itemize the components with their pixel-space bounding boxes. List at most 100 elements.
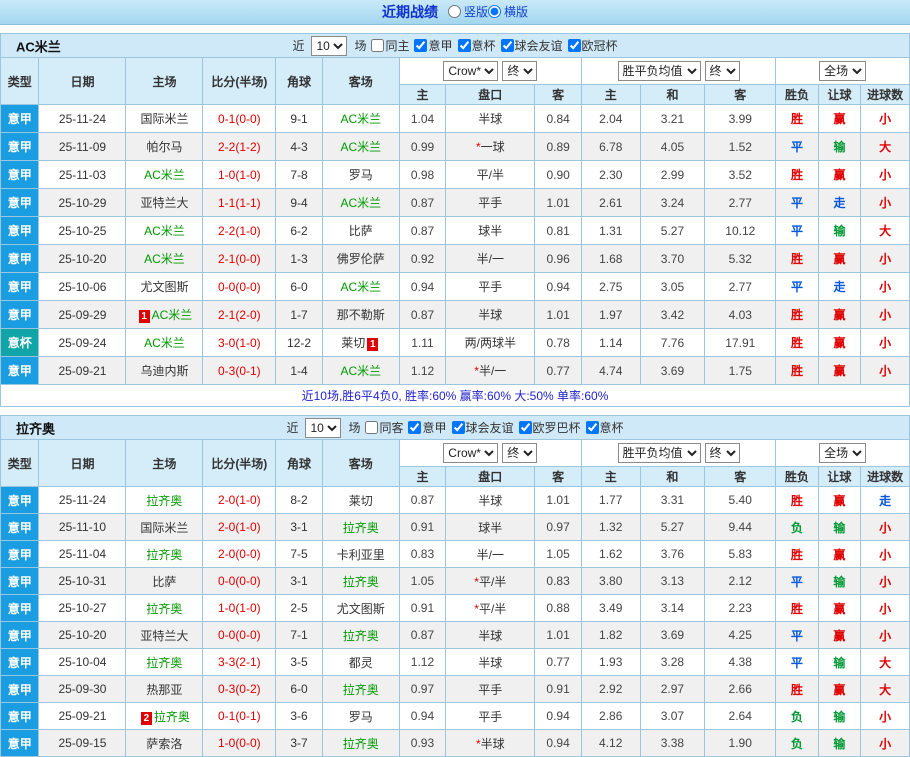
checkbox-icon[interactable] xyxy=(567,39,581,52)
layout-radio-label: 竖版 xyxy=(463,5,488,19)
filter-checkbox-label[interactable]: 意甲 xyxy=(414,37,453,54)
handicap: 半球 xyxy=(445,300,536,329)
match-count-select[interactable]: 10 xyxy=(305,417,342,438)
layout-radio-horizontal[interactable]: 横版 xyxy=(488,3,528,20)
team-label: 拉齐奥 xyxy=(342,682,379,697)
filter-checkbox-label[interactable]: 同客 xyxy=(365,419,403,436)
asia-away-odds: 1.01 xyxy=(534,486,582,514)
table-row: 意甲 25-10-20 亚特兰大 0-0(0-0) 7-1 拉齐奥 0.87 半球 1.01 1.… xyxy=(0,621,910,649)
scope-select[interactable]: 全场 xyxy=(819,61,867,81)
corners: 12-2 xyxy=(275,328,323,357)
checkbox-icon[interactable] xyxy=(457,39,471,52)
odds-stage-select[interactable]: 终 xyxy=(502,61,538,81)
checkbox-icon[interactable] xyxy=(585,421,599,434)
europe-home-odds: 2.75 xyxy=(580,272,641,301)
asia-home-odds: 0.93 xyxy=(398,729,447,757)
checkbox-icon[interactable] xyxy=(518,421,532,434)
filter-checkbox-label[interactable]: 同主 xyxy=(371,37,409,54)
team-label: 乌迪内斯 xyxy=(140,364,189,378)
europe-stage-select[interactable]: 终 xyxy=(704,61,740,81)
radio-icon[interactable] xyxy=(488,5,501,18)
league-type: 意甲 xyxy=(0,702,40,730)
away-team: 罗马 xyxy=(321,702,400,730)
team-label: 拉齐奥 xyxy=(146,547,183,562)
checkbox-icon[interactable] xyxy=(451,421,465,434)
europe-draw-odds: 4.05 xyxy=(639,132,706,161)
team-label: 罗马 xyxy=(348,168,373,182)
filter-checkbox-label[interactable]: 欧罗巴杯 xyxy=(518,419,581,436)
asia-away-odds: 0.77 xyxy=(534,356,582,385)
layout-switch: 竖版 横版 xyxy=(447,3,528,21)
checkbox-icon[interactable] xyxy=(500,39,514,52)
handicap: 平手 xyxy=(445,702,536,730)
checkbox-icon[interactable] xyxy=(365,421,379,434)
europe-away-odds: 2.23 xyxy=(704,594,777,622)
sub-column-header: 和 xyxy=(639,466,706,487)
asia-home-odds: 0.87 xyxy=(398,216,447,245)
goals-result: 小 xyxy=(860,244,910,273)
layout-radio-vertical[interactable]: 竖版 xyxy=(447,3,488,20)
red-card-badge: 1 xyxy=(367,338,379,351)
home-team: 比萨 xyxy=(125,567,204,595)
europe-draw-odds: 3.24 xyxy=(639,188,706,217)
score: 2-1(0-0) xyxy=(202,244,277,273)
europe-mode-select[interactable]: 胜平负均值 xyxy=(617,443,701,463)
page-title: 近期战绩 xyxy=(381,4,438,20)
europe-home-odds: 1.93 xyxy=(580,648,641,676)
europe-stage-select[interactable]: 终 xyxy=(704,443,740,463)
away-team: AC米兰 xyxy=(321,104,400,133)
handicap-result: 赢 xyxy=(817,675,862,703)
handicap-text: 一球 xyxy=(480,140,505,154)
odds-company-select[interactable]: Crow* xyxy=(443,61,499,81)
filter-checkbox-label[interactable]: 球会友谊 xyxy=(451,419,514,436)
corners: 3-6 xyxy=(275,702,323,730)
handicap: 半球 xyxy=(445,486,536,514)
match-result: 负 xyxy=(775,513,819,541)
away-team: AC米兰 xyxy=(321,188,400,217)
match-count-select[interactable]: 10 xyxy=(311,35,348,56)
table-row: 意甲 25-10-29 亚特兰大 1-1(1-1) 9-4 AC米兰 0.87 平手 1.01 2… xyxy=(0,188,910,217)
home-team: 帕尔马 xyxy=(125,132,204,161)
match-date: 25-11-24 xyxy=(38,104,127,133)
top-bar: 近期战绩 竖版 横版 xyxy=(0,0,910,25)
sub-column-header: 胜负 xyxy=(775,84,819,105)
match-result: 胜 xyxy=(775,540,819,568)
home-team: AC米兰 xyxy=(125,244,204,273)
sub-column-header: 盘口 xyxy=(445,84,536,105)
filter-checkbox-label[interactable]: 意杯 xyxy=(585,419,624,436)
europe-home-odds: 2.61 xyxy=(580,188,641,217)
filter-checkbox-label[interactable]: 欧冠杯 xyxy=(567,37,618,54)
filter-checkbox-label[interactable]: 意杯 xyxy=(457,37,496,54)
corners: 3-5 xyxy=(275,648,323,676)
europe-draw-odds: 7.76 xyxy=(639,328,706,357)
score: 0-0(0-0) xyxy=(202,567,277,595)
europe-draw-odds: 3.69 xyxy=(639,356,706,385)
odds-company-select[interactable]: Crow* xyxy=(443,443,499,463)
filter-checkbox-label[interactable]: 球会友谊 xyxy=(500,37,563,54)
goals-result: 小 xyxy=(860,513,910,541)
home-team: 1 AC米兰 xyxy=(125,300,204,329)
goals-result: 小 xyxy=(860,729,910,757)
asia-away-odds: 1.01 xyxy=(534,621,582,649)
scope-group: 全场 xyxy=(775,57,910,85)
score: 2-2(1-0) xyxy=(202,216,277,245)
sub-column-header: 主 xyxy=(398,466,447,487)
checkbox-icon[interactable] xyxy=(414,39,428,52)
match-result: 平 xyxy=(775,621,819,649)
europe-home-odds: 3.49 xyxy=(580,594,641,622)
scope-select[interactable]: 全场 xyxy=(819,443,867,463)
filter-checkbox-label[interactable]: 意甲 xyxy=(408,419,447,436)
handicap: *半/一 xyxy=(445,356,536,385)
europe-draw-odds: 3.31 xyxy=(639,486,706,514)
checkbox-icon[interactable] xyxy=(408,421,422,434)
league-type: 意甲 xyxy=(0,104,40,133)
match-date: 25-11-09 xyxy=(38,132,127,161)
odds-stage-select[interactable]: 终 xyxy=(502,443,538,463)
radio-icon[interactable] xyxy=(447,5,461,18)
checkbox-icon[interactable] xyxy=(371,39,385,52)
match-result: 胜 xyxy=(775,300,819,329)
asia-home-odds: 1.04 xyxy=(398,104,447,133)
europe-mode-select[interactable]: 胜平负均值 xyxy=(617,61,701,81)
europe-home-odds: 1.62 xyxy=(580,540,641,568)
match-date: 25-10-20 xyxy=(38,621,127,649)
